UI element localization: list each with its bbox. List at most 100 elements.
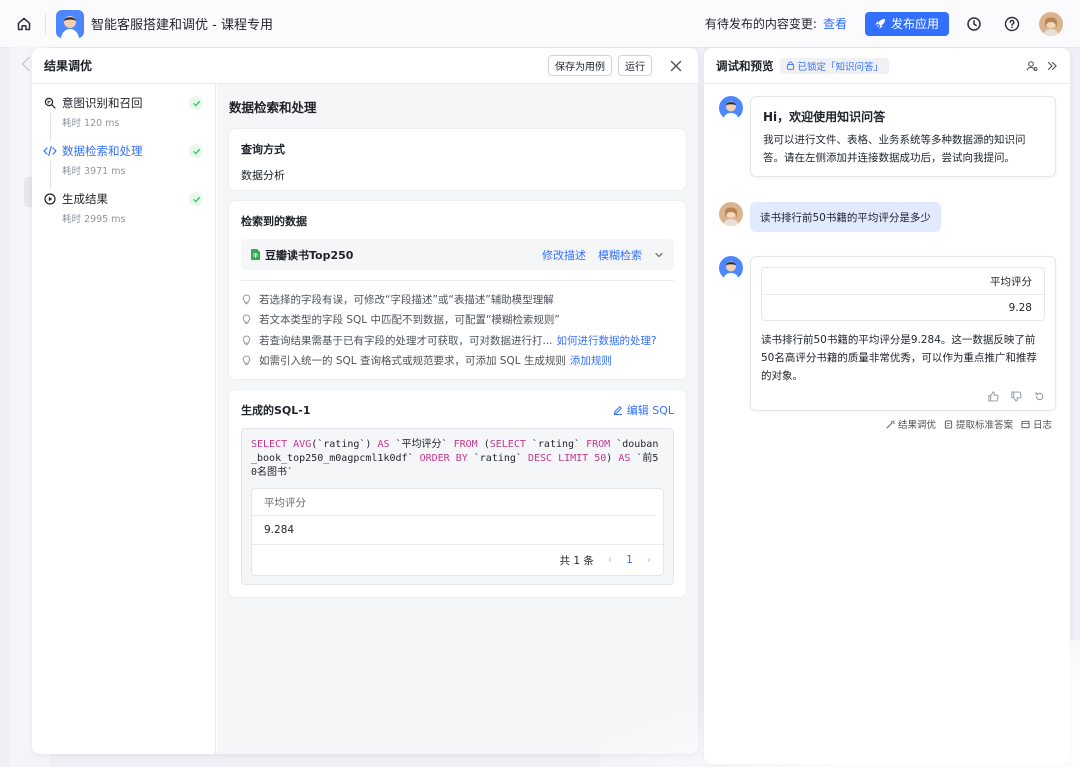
lightbulb-icon bbox=[241, 335, 253, 346]
double-chevron-right-icon[interactable] bbox=[1046, 60, 1058, 72]
hint-text: 如需引入统一的 SQL 查询格式或规范要求，可添加 SQL 生成规则 bbox=[259, 355, 566, 368]
bot-avatar bbox=[719, 256, 743, 280]
sql-keyword: AS bbox=[377, 439, 390, 450]
thumbs-down-icon[interactable] bbox=[1011, 391, 1022, 402]
query-method-value: 数据分析 bbox=[241, 169, 285, 182]
table-cell: 9.284 bbox=[252, 516, 663, 545]
step-data-retrieval[interactable]: 数据检索和处理 耗时 3971 ms bbox=[32, 143, 215, 191]
query-method-card: 查询方式 数据分析 bbox=[229, 129, 686, 190]
users-settings-icon[interactable] bbox=[1026, 60, 1038, 72]
sql-keyword: FROM bbox=[586, 439, 611, 450]
top-bar: 智能客服搭建和调优 - 课程专用 有待发布的内容变更: 查看 发布应用 bbox=[0, 0, 1080, 48]
refresh-icon[interactable] bbox=[1034, 391, 1045, 402]
spreadsheet-icon bbox=[251, 249, 260, 260]
welcome-text: 我可以进行文件、表格、业务系统等多种数据源的知识问答。请在左侧添加并连接数据成功… bbox=[763, 134, 1026, 164]
search-doc-icon bbox=[43, 96, 57, 110]
chevron-right-icon[interactable]: › bbox=[647, 554, 651, 566]
publish-button[interactable]: 发布应用 bbox=[864, 11, 949, 36]
edit-description-link[interactable]: 修改描述 bbox=[542, 247, 586, 263]
add-rule-link[interactable]: 添加规则 bbox=[570, 353, 612, 368]
page-number[interactable]: 1 bbox=[626, 554, 633, 566]
hint-item: 若查询结果需基于已有字段的处理才可获取，可对数据进行打... 如何进行数据的处理… bbox=[241, 330, 674, 351]
hint-item: 若文本类型的字段 SQL 中匹配不到数据，可配置“模糊检索规则” bbox=[241, 310, 674, 331]
log-icon bbox=[1021, 420, 1030, 429]
close-icon[interactable] bbox=[666, 56, 686, 76]
log-label: 日志 bbox=[1032, 420, 1052, 431]
user-avatar[interactable] bbox=[1039, 11, 1063, 36]
total-count: 共 1 条 bbox=[559, 554, 594, 567]
welcome-title: Hi，欢迎使用知识问答 bbox=[763, 110, 886, 124]
sql-keyword: DESC LIMIT bbox=[527, 453, 589, 464]
divider bbox=[45, 13, 46, 34]
preview-title: 调试和预览 bbox=[716, 58, 774, 73]
step-time: 耗时 120 ms bbox=[62, 118, 120, 129]
retrieved-data-label: 检索到的数据 bbox=[241, 215, 307, 228]
sql-code[interactable]: SELECT AVG(`rating`) AS `平均评分` FROM (SEL… bbox=[251, 438, 664, 480]
table-cell: 9.28 bbox=[762, 294, 1044, 320]
hint-item: 若选择的字段有误，可修改“字段描述”或“表描述”辅助模型理解 bbox=[241, 289, 674, 310]
fuzzy-search-link[interactable]: 模糊检索 bbox=[598, 247, 642, 263]
hint-text: 若文本类型的字段 SQL 中匹配不到数据，可配置“模糊检索规则” bbox=[259, 314, 560, 327]
step-list: 意图识别和召回 耗时 120 ms 数据检索和处理 耗时 3971 ms 生成结… bbox=[32, 84, 216, 754]
content-title: 数据检索和处理 bbox=[229, 100, 317, 115]
sql-token: ( bbox=[477, 439, 490, 450]
check-icon bbox=[189, 192, 203, 206]
step-generate-result[interactable]: 生成结果 耗时 2995 ms bbox=[32, 191, 215, 239]
table-header-cell: 平均评分 bbox=[252, 489, 655, 516]
sql-keyword: AS bbox=[618, 453, 631, 464]
hint-item: 如需引入统一的 SQL 查询格式或规范要求，可添加 SQL 生成规则 添加规则 bbox=[241, 351, 674, 372]
home-icon[interactable] bbox=[11, 11, 37, 37]
locked-badge: 已锁定「知识问答」 bbox=[779, 57, 890, 74]
query-method-label: 查询方式 bbox=[241, 143, 285, 156]
edit-sql-label: 编辑 SQL bbox=[626, 404, 674, 417]
chevron-down-icon[interactable] bbox=[654, 250, 664, 260]
code-icon bbox=[43, 144, 57, 158]
chevron-left-icon[interactable]: ‹ bbox=[608, 554, 612, 566]
thumbs-up-icon[interactable] bbox=[988, 391, 999, 402]
retrieved-data-card: 检索到的数据 豆瓣读书Top250 修改描述 模糊检索 若选择的字段有误，可修改… bbox=[229, 201, 686, 379]
rocket-icon bbox=[875, 18, 886, 29]
result-tuning-label: 结果调优 bbox=[897, 420, 936, 431]
preview-header: 调试和预览 已锁定「知识问答」 bbox=[704, 48, 1070, 84]
locked-label: 已锁定「知识问答」 bbox=[797, 61, 884, 73]
document-icon bbox=[944, 419, 953, 429]
extract-answer-label: 提取标准答案 bbox=[955, 420, 1013, 431]
sql-token: `rating` bbox=[525, 439, 587, 450]
sql-token: `平均评分` bbox=[389, 439, 454, 450]
edit-sql-button[interactable]: 编辑 SQL bbox=[613, 402, 674, 418]
extract-answer-link[interactable]: 提取标准答案 bbox=[944, 417, 1013, 431]
sql-keyword: SELECT bbox=[251, 439, 288, 450]
play-circle-icon bbox=[43, 192, 57, 206]
answer-text: 读书排行前50书籍的平均评分是9.284。这一数据反映了前50名高评分书籍的质量… bbox=[761, 334, 1037, 382]
history-icon[interactable] bbox=[963, 13, 985, 35]
log-link[interactable]: 日志 bbox=[1021, 417, 1052, 431]
check-icon bbox=[189, 144, 203, 158]
panel-title: 结果调优 bbox=[44, 59, 93, 73]
step-detail: 数据检索和处理 查询方式 数据分析 检索到的数据 豆瓣读书Top250 修改描述… bbox=[217, 84, 698, 754]
sql-box: SELECT AVG(`rating`) AS `平均评分` FROM (SEL… bbox=[241, 428, 674, 585]
result-tuning-panel: 结果调优 保存为用例 运行 意图识别和召回 耗时 120 ms 数据检索和处理 … bbox=[32, 48, 698, 754]
welcome-message: Hi，欢迎使用知识问答 我可以进行文件、表格、业务系统等多种数据源的知识问答。请… bbox=[750, 96, 1056, 177]
save-as-case-button[interactable]: 保存为用例 bbox=[548, 55, 612, 76]
sql-token: `rating` bbox=[467, 453, 528, 464]
generated-sql-card: 生成的SQL-1 编辑 SQL SELECT AVG(`rating`) AS … bbox=[229, 390, 686, 597]
lightbulb-icon bbox=[241, 294, 253, 305]
wand-icon bbox=[886, 419, 895, 429]
view-changes-link[interactable]: 查看 bbox=[823, 15, 847, 32]
data-processing-help-link[interactable]: 如何进行数据的处理? bbox=[557, 333, 657, 348]
step-intent-recall[interactable]: 意图识别和召回 耗时 120 ms bbox=[32, 95, 215, 143]
sql-keyword: 50 bbox=[594, 453, 607, 464]
answer-message: 平均评分 9.28 读书排行前50书籍的平均评分是9.284。这一数据反映了前5… bbox=[750, 256, 1056, 411]
help-icon[interactable] bbox=[1001, 13, 1023, 35]
answer-table: 平均评分 9.28 bbox=[761, 267, 1045, 321]
step-connector bbox=[50, 161, 51, 189]
sql-keyword: ORDER BY bbox=[419, 453, 468, 464]
result-tuning-link[interactable]: 结果调优 bbox=[886, 417, 936, 431]
app-avatar[interactable] bbox=[56, 9, 84, 38]
dataset-name: 豆瓣读书Top250 bbox=[265, 248, 354, 262]
sql-result-table: 平均评分 9.284 共 1 条 ‹ 1 › bbox=[251, 488, 664, 576]
app-title: 智能客服搭建和调优 - 课程专用 bbox=[91, 18, 273, 33]
sql-keyword: SELECT bbox=[489, 439, 526, 450]
run-button[interactable]: 运行 bbox=[618, 55, 652, 76]
pending-changes-text: 有待发布的内容变更: bbox=[704, 17, 817, 31]
